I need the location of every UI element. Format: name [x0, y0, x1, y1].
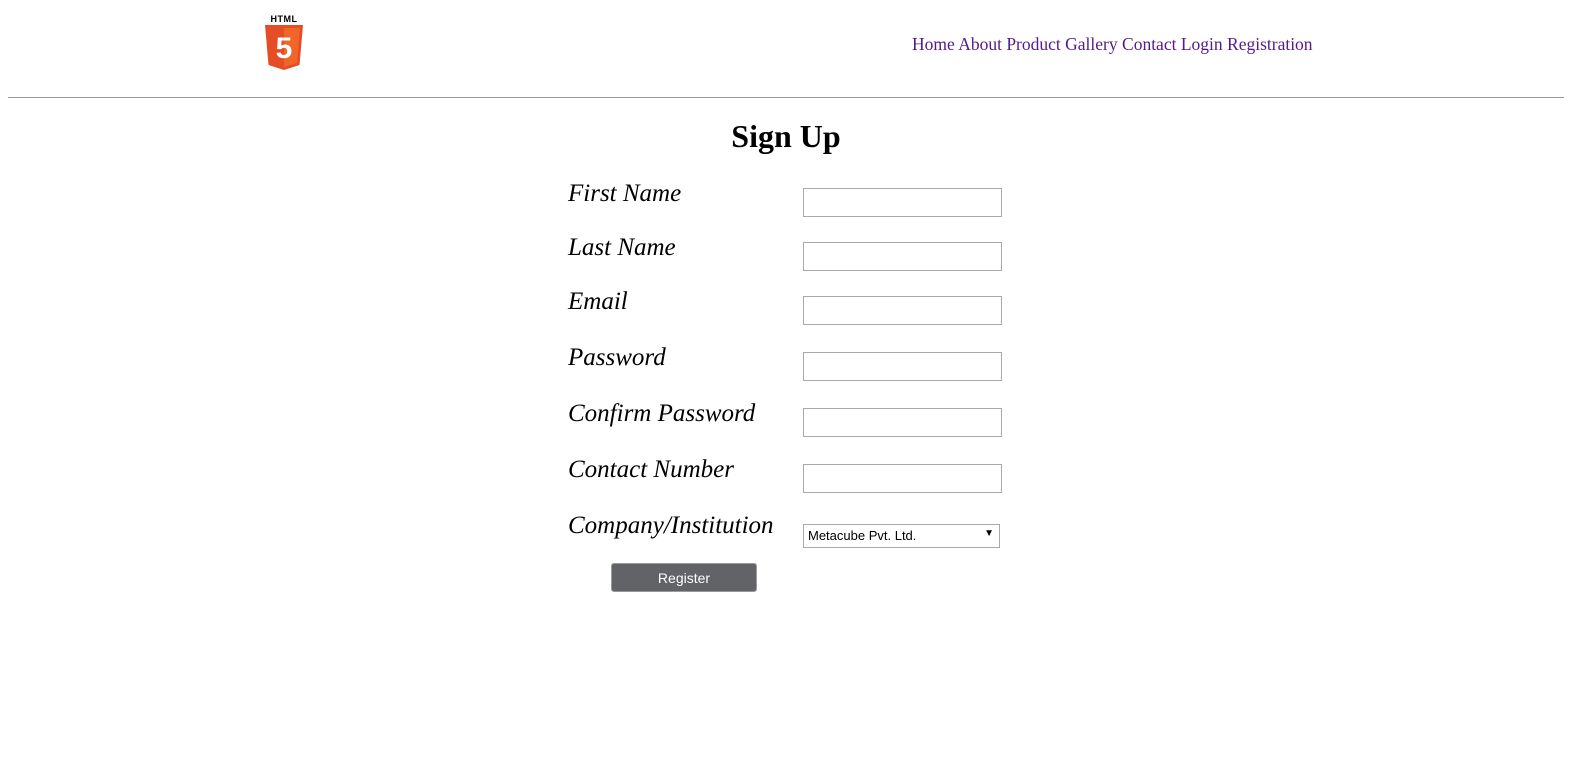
contact-number-label: Contact Number [568, 456, 734, 483]
first-name-label: First Name [568, 180, 682, 207]
last-name-label: Last Name [568, 234, 676, 261]
last-name-field[interactable] [803, 242, 1002, 271]
nav-about-link[interactable]: About [958, 34, 1002, 54]
dropdown-arrow-icon: ▼ [984, 528, 994, 539]
company-label: Company/Institution [568, 512, 774, 539]
nav-gallery-link[interactable]: Gallery [1065, 34, 1117, 54]
header-divider [8, 97, 1564, 98]
nav-product-link[interactable]: Product [1006, 34, 1060, 54]
page-title: Sign Up [731, 118, 841, 154]
register-button[interactable]: Register [611, 563, 757, 592]
nav-login-link[interactable]: Login [1181, 34, 1223, 54]
main-nav: Home About Product Gallery Contact Login… [912, 34, 1313, 55]
page-header: HTML 5 Home About Product Gallery Contac… [0, 0, 1596, 98]
confirm-password-field[interactable] [803, 408, 1002, 437]
company-select[interactable]: Metacube Pvt. Ltd. ▼ [803, 524, 1000, 548]
nav-home-link[interactable]: Home [912, 34, 955, 54]
logo-text: HTML [270, 14, 298, 24]
confirm-password-label: Confirm Password [568, 400, 756, 427]
email-label: Email [568, 288, 628, 315]
nav-contact-link[interactable]: Contact [1122, 34, 1176, 54]
logo-glyph: 5 [276, 32, 293, 65]
contact-number-field[interactable] [803, 464, 1002, 493]
company-select-value: Metacube Pvt. Ltd. [808, 528, 917, 543]
nav-registration-link[interactable]: Registration [1227, 34, 1313, 54]
password-label: Password [568, 344, 666, 371]
html5-logo: HTML 5 [264, 14, 304, 72]
email-field[interactable] [803, 296, 1002, 325]
html5-shield-icon: 5 [265, 25, 303, 70]
password-field[interactable] [803, 352, 1002, 381]
first-name-field[interactable] [803, 188, 1002, 217]
